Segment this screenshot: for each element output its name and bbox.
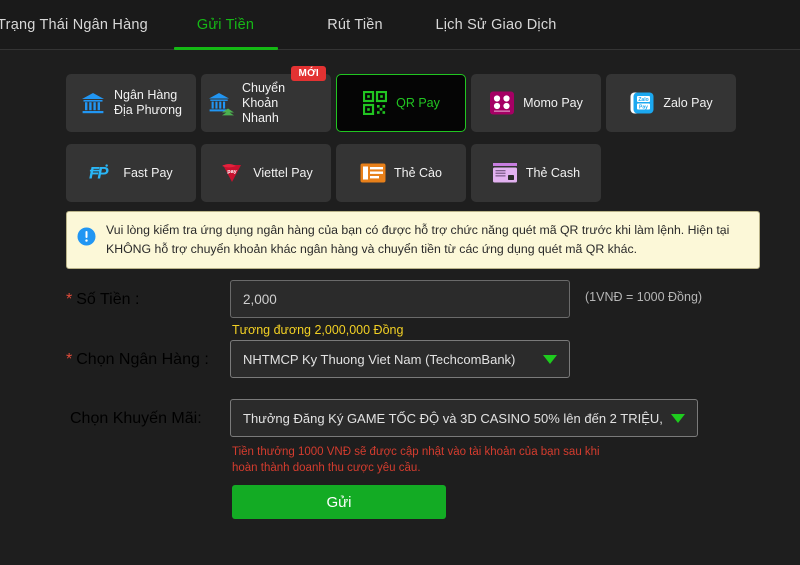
method-fast-pay[interactable]: F P Fast Pay <box>66 144 196 202</box>
method-fast-transfer[interactable]: MỚI Chuyển Khoản Nhanh <box>201 66 331 132</box>
svg-text:P: P <box>98 164 110 183</box>
amount-label-wrap: * Số Tiền : <box>66 291 216 309</box>
svg-text:Zalo: Zalo <box>639 97 649 103</box>
promo-row: Chọn Khuyến Mãi: Thưởng Đăng Ký GAME TỐC… <box>0 399 800 485</box>
amount-label: Số Tiền : <box>76 291 140 308</box>
tab-label: Gửi Tiền <box>196 17 255 33</box>
cash-card-icon <box>492 160 518 186</box>
promo-label: Chọn Khuyến Mãi: <box>70 410 202 427</box>
method-scratch-card[interactable]: Thẻ Cào <box>336 144 466 202</box>
method-label: Thẻ Cào <box>394 165 442 180</box>
payment-method-grid: Ngân Hàng Địa Phương MỚI Chuyển Khoản Nh… <box>66 66 736 202</box>
tab-label: Lịch Sử Giao Dịch <box>435 17 557 33</box>
zalo-icon: Zalo Pay <box>629 90 655 116</box>
tab-deposit[interactable]: Gửi Tiền <box>173 0 278 50</box>
tab-active-underline <box>173 47 278 50</box>
method-qr-pay[interactable]: QR Pay <box>336 74 466 132</box>
bank-row: * Chọn Ngân Hàng : NHTMCP Ky Thuong Viet … <box>0 340 800 399</box>
tab-label: Trạng Thái Ngân Hàng <box>0 17 148 33</box>
method-label: Chuyển Khoản Nhanh <box>242 80 286 125</box>
qr-notice-banner: Vui lòng kiểm tra ứng dụng ngân hàng của… <box>66 211 760 269</box>
promo-select-value: Thưởng Đăng Ký GAME TỐC ĐỘ và 3D CASINO … <box>243 410 663 426</box>
method-label: QR Pay <box>396 95 440 110</box>
scratch-card-icon <box>360 160 386 186</box>
promo-select[interactable]: Thưởng Đăng Ký GAME TỐC ĐỘ và 3D CASINO … <box>230 399 698 437</box>
method-label: Momo Pay <box>523 95 583 110</box>
tab-transaction-history[interactable]: Lịch Sử Giao Dịch <box>430 0 562 50</box>
chevron-down-icon <box>671 413 685 423</box>
tab-label: Rút Tiền <box>327 17 383 33</box>
submit-button[interactable]: Gửi <box>232 485 446 519</box>
method-viettel-pay[interactable]: pay Viettel Pay <box>201 144 331 202</box>
amount-row: *Số Tiền : (1VNĐ = 1000 Đồng) Tương đươn… <box>0 280 800 340</box>
svg-text:pay: pay <box>227 169 237 175</box>
chevron-down-icon <box>543 354 557 364</box>
method-zalo-pay[interactable]: Zalo Pay Zalo Pay <box>606 74 736 132</box>
bank-select[interactable]: NHTMCP Ky Thuong Viet Nam (TechcomBank) <box>230 340 570 378</box>
required-marker: * <box>66 291 73 308</box>
amount-input[interactable] <box>230 280 570 318</box>
method-label: Fast Pay <box>123 165 173 180</box>
method-momo-pay[interactable]: Momo Pay <box>471 74 601 132</box>
method-label: Viettel Pay <box>253 165 313 180</box>
tab-withdraw[interactable]: Rút Tiền <box>305 0 405 50</box>
deposit-page: Trạng Thái Ngân Hàng Gửi Tiền Rút Tiền L… <box>0 0 800 565</box>
momo-icon <box>489 90 515 116</box>
bank-label: Chọn Ngân Hàng : <box>76 351 209 368</box>
qr-code-icon <box>362 90 388 116</box>
info-icon <box>77 227 96 246</box>
bank-icon <box>80 90 106 116</box>
amount-equivalent-text: Tương đương 2,000,000 Đồng <box>232 323 404 337</box>
bank-select-value: NHTMCP Ky Thuong Viet Nam (TechcomBank) <box>243 351 516 367</box>
promo-label-wrap: Chọn Khuyến Mãi: <box>66 410 216 428</box>
new-badge: MỚI <box>291 66 326 81</box>
submit-row: Gửi <box>0 485 800 525</box>
notice-text: Vui lòng kiểm tra ứng dụng ngân hàng của… <box>106 223 730 256</box>
deposit-form: *Số Tiền : (1VNĐ = 1000 Đồng) Tương đươn… <box>0 280 800 525</box>
fast-bank-icon <box>208 90 234 116</box>
method-local-bank[interactable]: Ngân Hàng Địa Phương <box>66 74 196 132</box>
method-label: Zalo Pay <box>663 95 713 110</box>
method-label: Thẻ Cash <box>525 165 581 180</box>
main-tabbar: Trạng Thái Ngân Hàng Gửi Tiền Rút Tiền L… <box>0 0 800 50</box>
currency-rate-hint: (1VNĐ = 1000 Đồng) <box>585 290 703 304</box>
bank-label-wrap: * Chọn Ngân Hàng : <box>66 351 216 369</box>
tab-bank-status[interactable]: Trạng Thái Ngân Hàng <box>0 0 148 50</box>
promo-note-text: Tiền thưởng 1000 VNĐ sẽ được cập nhật và… <box>232 446 600 474</box>
required-marker: * <box>66 351 73 368</box>
method-cash-card[interactable]: Thẻ Cash <box>471 144 601 202</box>
fastpay-icon: F P <box>89 160 115 186</box>
method-label: Ngân Hàng Địa Phương <box>114 88 182 117</box>
svg-text:Pay: Pay <box>639 104 648 110</box>
viettel-icon: pay <box>219 160 245 186</box>
